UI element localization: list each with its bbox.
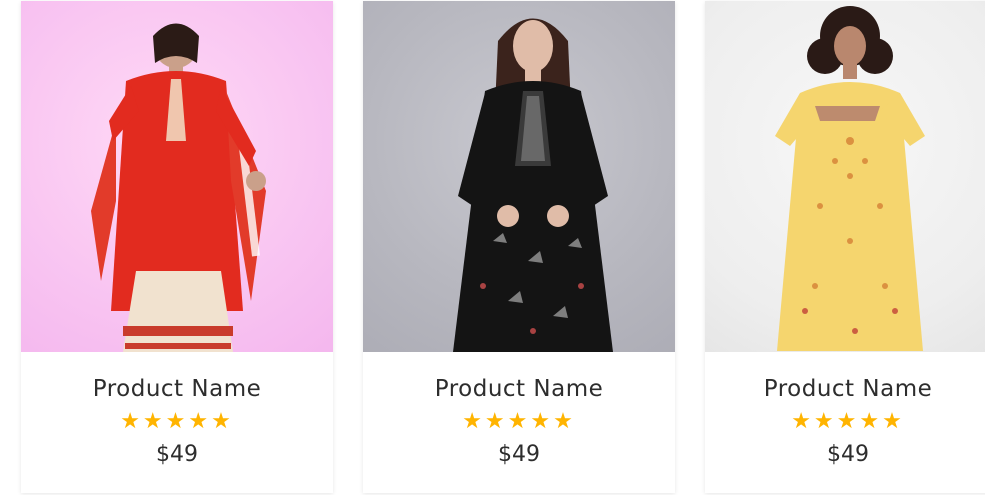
product-info: Product Name ★★★★★ $49: [363, 352, 675, 493]
product-info: Product Name ★★★★★ $49: [21, 352, 333, 493]
product-price: $49: [827, 442, 869, 467]
red-kurta-photo: [21, 1, 333, 352]
rating-stars-icon: ★★★★★: [462, 408, 576, 433]
product-image[interactable]: [705, 1, 985, 352]
product-card[interactable]: Product Name ★★★★★ $49: [705, 1, 985, 493]
rating-stars-icon: ★★★★★: [120, 408, 234, 433]
product-name: Product Name: [434, 376, 604, 402]
product-name: Product Name: [763, 376, 933, 402]
yellow-kurta-photo: [705, 1, 985, 352]
product-price: $49: [498, 442, 540, 467]
product-card[interactable]: Product Name ★★★★★ $49: [363, 1, 675, 493]
product-price: $49: [156, 442, 198, 467]
black-kurta-photo: [363, 1, 675, 352]
rating-stars-icon: ★★★★★: [791, 408, 905, 433]
product-grid: Product Name ★★★★★ $49 Product Name ★★★★…: [0, 0, 985, 495]
product-image[interactable]: [363, 1, 675, 352]
product-image[interactable]: [21, 1, 333, 352]
product-info: Product Name ★★★★★ $49: [705, 352, 985, 493]
product-name: Product Name: [92, 376, 262, 402]
product-card[interactable]: Product Name ★★★★★ $49: [21, 1, 333, 493]
